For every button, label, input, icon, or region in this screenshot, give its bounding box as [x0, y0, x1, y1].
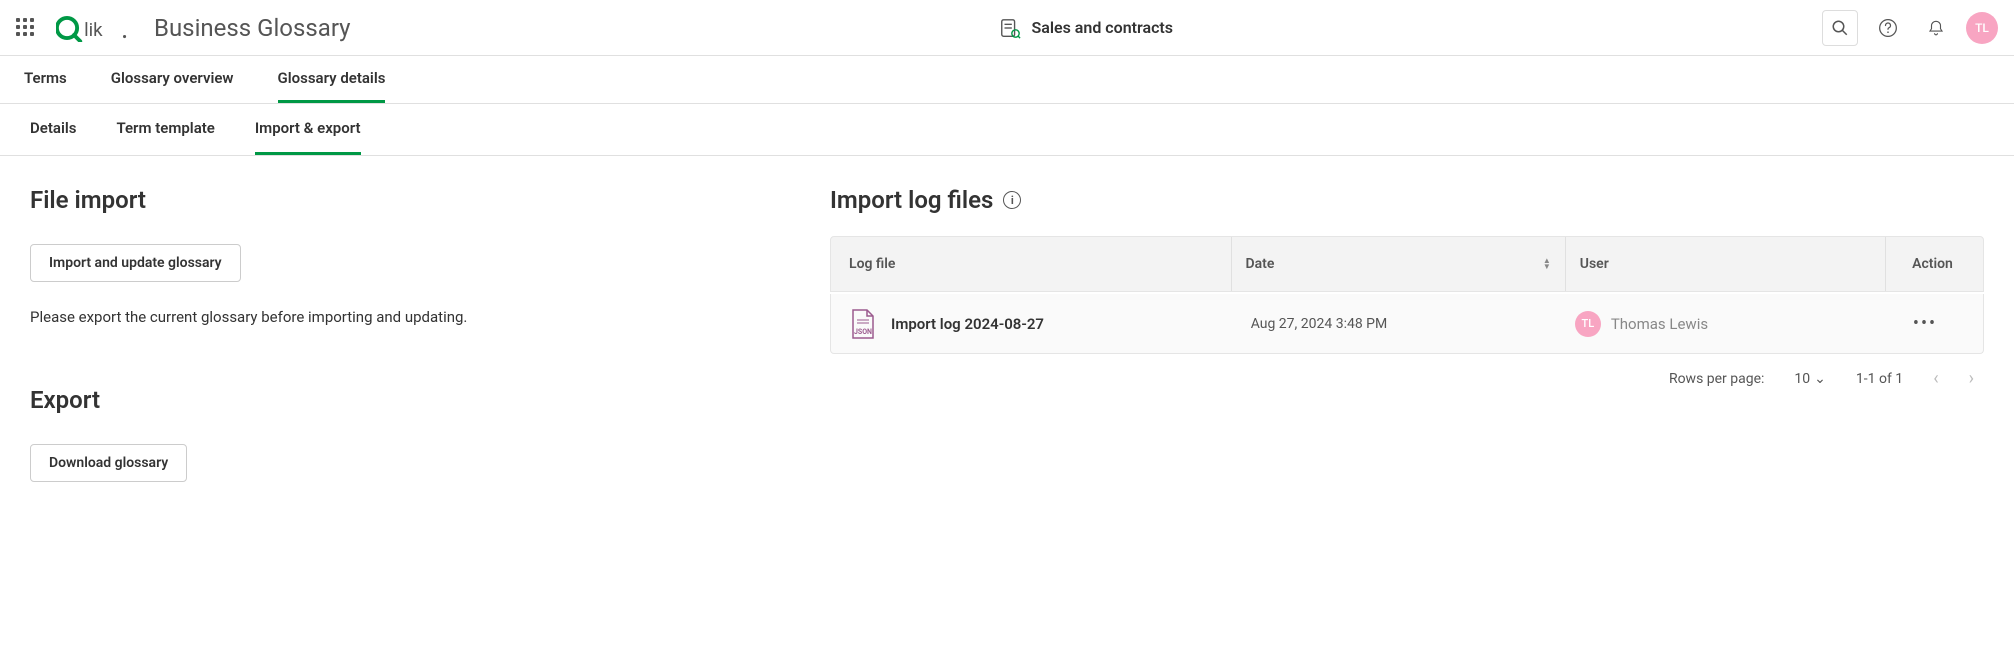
- import-update-button[interactable]: Import and update glossary: [30, 244, 241, 282]
- info-icon[interactable]: i: [1003, 191, 1021, 209]
- column-header-date[interactable]: Date ▲▼: [1231, 237, 1565, 291]
- secondary-tabs: Details Term template Import & export: [0, 104, 2014, 156]
- row-user-avatar: TL: [1575, 311, 1601, 337]
- subtab-details[interactable]: Details: [30, 104, 76, 155]
- pagination: Rows per page: 10 ⌄ 1-1 of 1 ‹ ›: [830, 354, 1984, 389]
- glossary-icon: [999, 17, 1021, 39]
- tab-glossary-details[interactable]: Glossary details: [278, 56, 386, 103]
- help-icon: [1878, 18, 1898, 38]
- tab-terms[interactable]: Terms: [24, 56, 67, 103]
- import-log-title: Import log files: [830, 186, 993, 214]
- subtab-term-template[interactable]: Term template: [116, 104, 214, 155]
- app-launcher-icon[interactable]: [16, 18, 36, 38]
- log-table-header: Log file Date ▲▼ User Action: [830, 236, 1984, 292]
- glossary-selector[interactable]: Sales and contracts: [999, 17, 1173, 39]
- svg-text:JSON: JSON: [854, 328, 872, 336]
- chevron-down-icon: ⌄: [1814, 371, 1826, 387]
- log-file-date: Aug 27, 2024 3:48 PM: [1237, 316, 1561, 332]
- column-header-date-label: Date: [1246, 256, 1275, 272]
- tab-glossary-overview[interactable]: Glossary overview: [111, 56, 234, 103]
- column-header-logfile[interactable]: Log file: [849, 256, 1231, 272]
- download-glossary-button[interactable]: Download glossary: [30, 444, 187, 482]
- pagination-range: 1-1 of 1: [1856, 371, 1903, 387]
- search-icon: [1831, 19, 1849, 37]
- search-button[interactable]: [1822, 10, 1858, 46]
- import-helper-text: Please export the current glossary befor…: [30, 308, 790, 326]
- bell-icon: [1927, 18, 1945, 38]
- column-header-user[interactable]: User: [1565, 237, 1885, 291]
- json-file-icon: JSON: [849, 308, 877, 340]
- qlik-logo[interactable]: lik: [56, 14, 134, 42]
- column-header-action: Action: [1885, 237, 1965, 291]
- svg-text:lik: lik: [84, 18, 103, 40]
- export-title: Export: [30, 386, 790, 414]
- rows-per-page-label: Rows per page:: [1669, 371, 1764, 387]
- subtab-import-export[interactable]: Import & export: [255, 104, 361, 155]
- prev-page-button[interactable]: ‹: [1933, 368, 1938, 389]
- primary-tabs: Terms Glossary overview Glossary details: [0, 56, 2014, 104]
- row-user-name: Thomas Lewis: [1611, 315, 1708, 333]
- log-file-name: Import log 2024-08-27: [891, 315, 1044, 333]
- page-title: Business Glossary: [154, 14, 351, 42]
- sort-arrows-icon: ▲▼: [1543, 258, 1551, 270]
- glossary-name: Sales and contracts: [1031, 18, 1173, 37]
- rows-per-page-select[interactable]: 10 ⌄: [1794, 371, 1825, 387]
- top-bar: lik Business Glossary Sales and contract…: [0, 0, 2014, 56]
- user-avatar[interactable]: TL: [1966, 12, 1998, 44]
- notifications-button[interactable]: [1918, 10, 1954, 46]
- file-import-title: File import: [30, 186, 790, 214]
- log-table-row[interactable]: JSON Import log 2024-08-27 Aug 27, 2024 …: [830, 294, 1984, 354]
- next-page-button[interactable]: ›: [1969, 368, 1974, 389]
- help-button[interactable]: [1870, 10, 1906, 46]
- rows-per-page-value: 10: [1794, 371, 1810, 387]
- row-more-button[interactable]: •••: [1913, 313, 1937, 334]
